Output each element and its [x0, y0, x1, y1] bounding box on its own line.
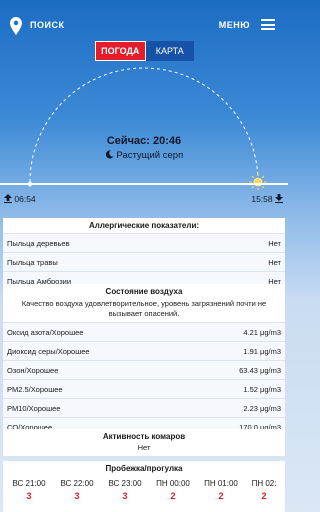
air-label: Диоксид серы/Хорошее: [7, 346, 90, 356]
hour-score: 3: [74, 491, 80, 501]
sun-path-arc: [27, 67, 267, 190]
allergy-label: Пыльца травы: [7, 257, 58, 267]
tab-map[interactable]: Карта: [145, 41, 194, 61]
hour-score: 2: [261, 491, 267, 501]
sunrise-arrow-icon: [4, 194, 12, 203]
hour-item: ВС 22:00 3: [57, 479, 97, 501]
hour-score: 3: [26, 491, 32, 501]
air-value: 1.52 μg/m3: [243, 384, 281, 394]
hour-time: ПН 02:: [251, 479, 277, 488]
air-row: Диоксид серы/Хорошее 1.91 μg/m3: [3, 341, 285, 360]
hour-time: ПН 00:00: [156, 479, 190, 488]
air-label: Озон/Хорошее: [7, 365, 59, 375]
hour-item: ПН 00:00 2: [153, 479, 193, 501]
hour-score: 2: [170, 491, 176, 501]
air-label: Оксид азота/Хорошее: [7, 327, 84, 337]
running-title: Пробежка/прогулка: [105, 464, 183, 473]
sunset-time: 15:58: [251, 194, 273, 204]
current-time: Сейчас: 20:46: [106, 135, 182, 147]
air-value: 1.91 μg/m3: [243, 346, 281, 356]
air-row: PM2.5/Хорошее 1.52 μg/m3: [3, 379, 285, 398]
mosquito-title: Активность комаров: [102, 432, 186, 441]
hour-score: 3: [122, 491, 128, 501]
air-quality-card: Состояние воздуха Качество воздуха удовл…: [3, 284, 285, 436]
allergy-value: Нет: [268, 238, 281, 248]
sunrise-time: 06:54: [14, 194, 36, 204]
hour-item: ВС 21:00 3: [9, 479, 49, 501]
hour-score: 2: [218, 491, 224, 501]
hour-item: ВС 23:00 3: [105, 479, 145, 501]
mosquito-value: Нет: [137, 443, 151, 452]
running-hours: ВС 21:00 3 ВС 22:00 3 ВС 23:00 3 ПН 00:00 2 …: [3, 479, 285, 501]
air-quality-note: Качество воздуха удовлетворительное, уро…: [21, 299, 267, 318]
running-card: Пробежка/прогулка ВС 21:00 3 ВС 22:00 3 ВС…: [3, 461, 285, 512]
allergy-row: Пыльца травы Нет: [3, 252, 285, 271]
sunset-arrow-icon: [275, 194, 283, 203]
moon-phase: Растущий серп: [0, 150, 288, 161]
hour-time: ВС 23:00: [108, 479, 142, 488]
hour-time: ВС 22:00: [60, 479, 94, 488]
sun-icon: [249, 173, 267, 190]
air-label: PM10/Хорошее: [7, 403, 61, 413]
menu-button[interactable]: МЕНЮ: [219, 20, 250, 30]
location-pin-icon[interactable]: [10, 17, 22, 35]
air-value: 63.43 μg/m3: [239, 365, 281, 375]
allergy-label: Пыльца деревьев: [7, 238, 70, 248]
sunset: 15:58: [251, 194, 283, 204]
hour-time: ПН 01:00: [204, 479, 238, 488]
air-row: Оксид азота/Хорошее 4.21 μg/m3: [3, 322, 285, 341]
tab-weather[interactable]: Погода: [95, 41, 146, 61]
air-label: PM2.5/Хорошее: [7, 384, 63, 394]
allergy-value: Нет: [268, 257, 281, 267]
air-row: Озон/Хорошее 63.43 μg/m3: [3, 360, 285, 379]
horizon-line: [0, 183, 288, 185]
hour-item: ПН 01:00 2: [201, 479, 241, 501]
moon-icon: [105, 150, 114, 159]
air-row: PM10/Хорошее 2.23 μg/m3: [3, 398, 285, 417]
sunrise: 06:54: [4, 194, 36, 204]
hamburger-menu-icon[interactable]: [261, 19, 275, 30]
air-value: 4.21 μg/m3: [243, 327, 281, 337]
mosquito-card: Активность комаров Нет: [3, 429, 285, 456]
air-value: 2.23 μg/m3: [243, 403, 281, 413]
view-tabs: Погода Карта: [95, 41, 194, 61]
hour-item: ПН 02: 2: [249, 479, 279, 501]
allergy-row: Пыльца деревьев Нет: [3, 233, 285, 252]
hour-time: ВС 21:00: [12, 479, 46, 488]
air-quality-title: Состояние воздуха: [105, 287, 183, 296]
search-button[interactable]: ПОИСК: [30, 20, 64, 30]
allergy-card: Аллергические показатели: Пыльца деревье…: [3, 218, 285, 290]
allergy-title: Аллергические показатели:: [88, 221, 200, 230]
moon-phase-label: Растущий серп: [116, 150, 184, 161]
